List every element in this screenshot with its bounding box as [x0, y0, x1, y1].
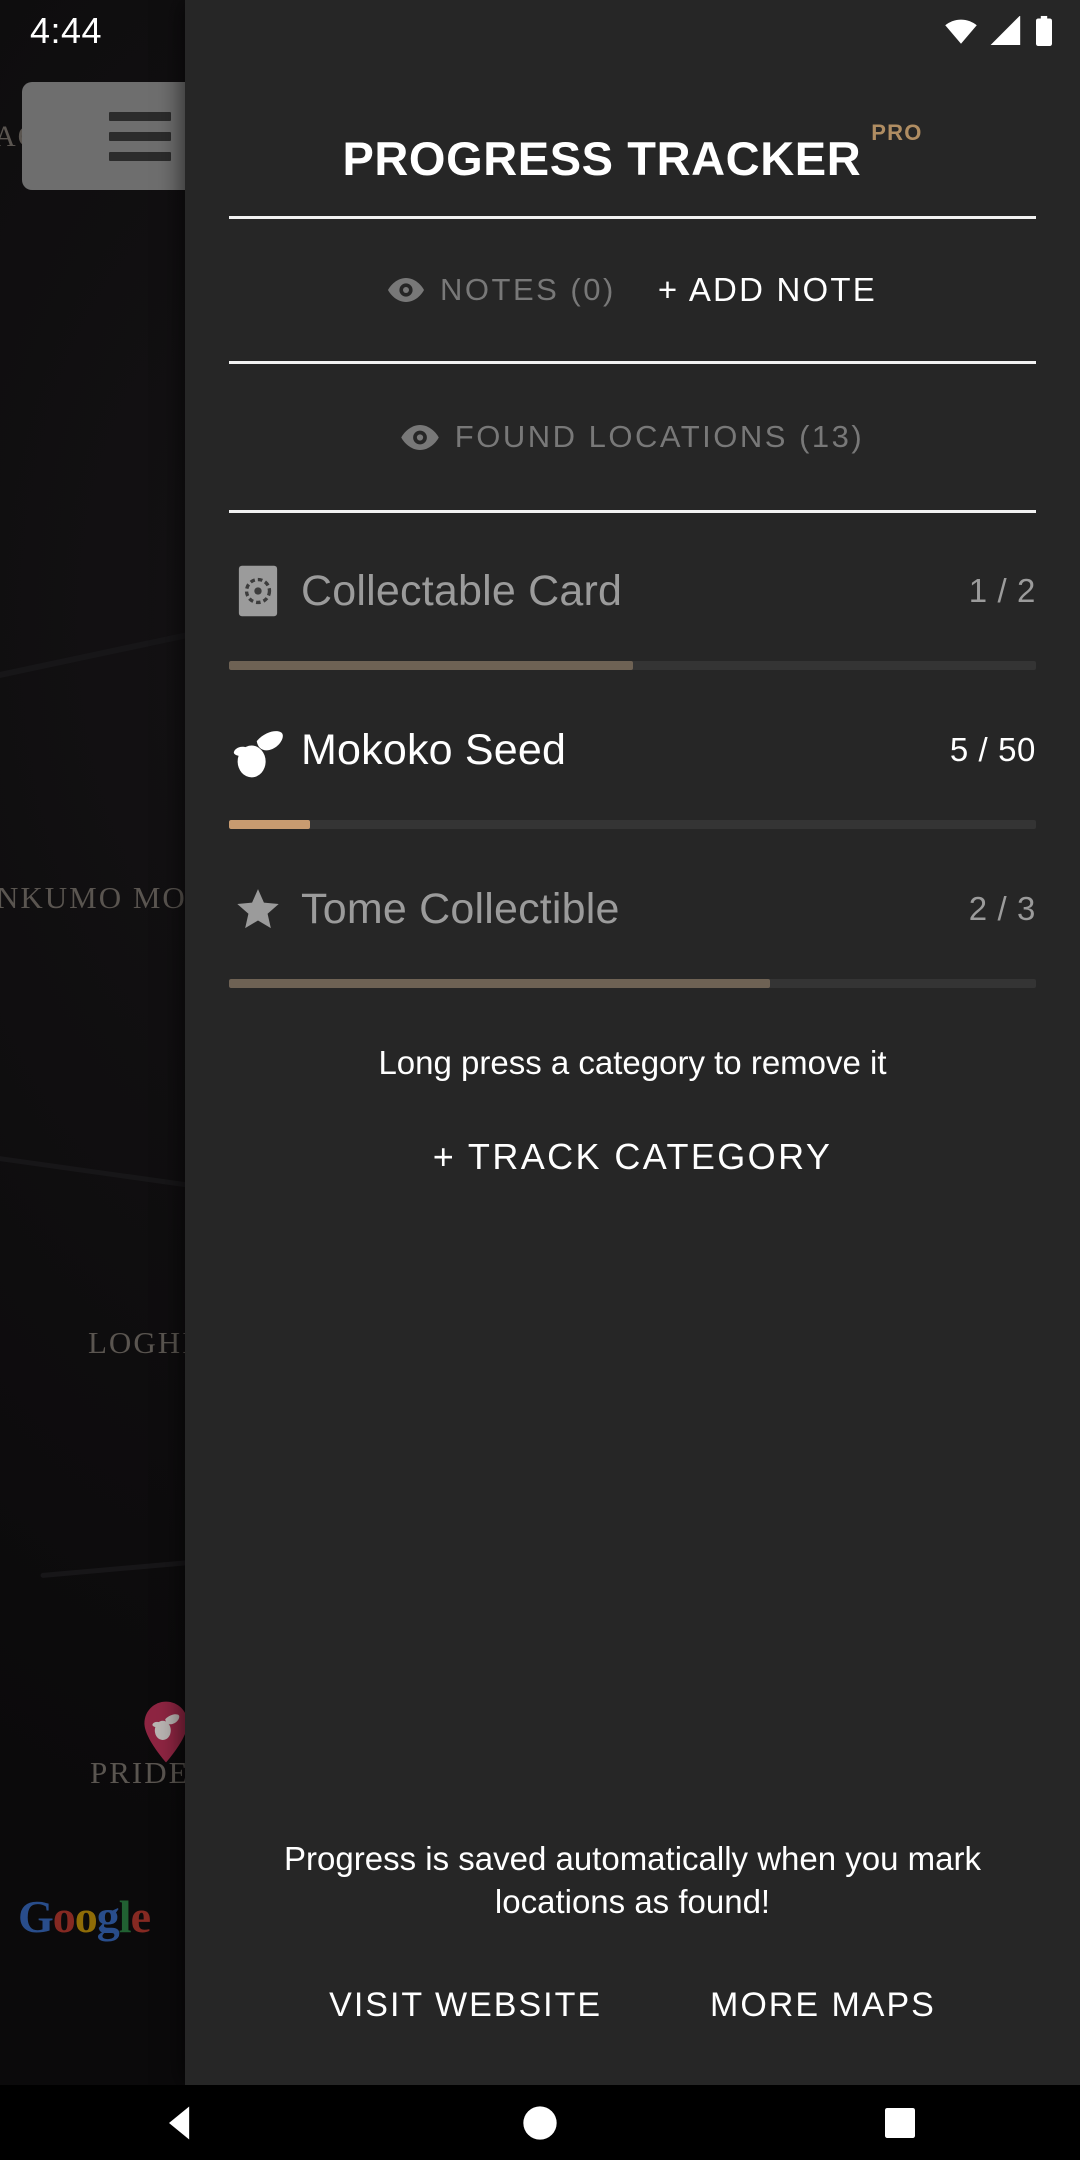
autosave-note: Progress is saved automatically when you…	[284, 1839, 981, 1921]
home-circle-icon	[523, 2105, 557, 2140]
recents-square-icon	[885, 2107, 915, 2138]
drawer-spacer	[229, 1178, 1036, 1837]
status-bar: 4:44	[0, 0, 1080, 62]
category-progress-bar	[229, 979, 1036, 988]
category-row[interactable]: Mokoko Seed 5 / 50	[229, 670, 1036, 829]
category-progress-fill	[229, 661, 633, 670]
visit-website-button[interactable]: VISIT WEBSITE	[329, 1986, 602, 2025]
notes-row: NOTES (0) + ADD NOTE	[229, 219, 1036, 361]
status-icons	[942, 15, 1054, 47]
home-button[interactable]	[460, 2085, 620, 2160]
pro-badge: PRO	[871, 120, 923, 145]
category-count: 2 / 3	[968, 890, 1036, 927]
progress-tracker-drawer: PROGRESS TRACKER PRO NOTES (0) + ADD NOT…	[185, 0, 1080, 2085]
category-name: Mokoko Seed	[301, 725, 567, 774]
eye-icon	[388, 278, 425, 302]
found-locations-label: FOUND LOCATIONS (13)	[454, 419, 865, 454]
track-category-button[interactable]: + TRACK CATEGORY	[229, 1136, 1036, 1178]
long-press-hint: Long press a category to remove it	[378, 1044, 887, 1081]
menu-icon	[109, 111, 171, 161]
category-count: 1 / 2	[968, 572, 1036, 609]
wifi-icon	[945, 19, 977, 44]
mokoko-seed-icon	[229, 721, 287, 779]
notes-label: NOTES (0)	[440, 272, 616, 307]
category-name: Tome Collectible	[301, 884, 620, 933]
google-attribution-logo: Google	[18, 1891, 151, 1942]
category-row[interactable]: Collectable Card 1 / 2	[229, 527, 1036, 670]
map-place-label: LOGHI	[88, 1325, 195, 1360]
category-progress-bar	[229, 661, 1036, 670]
star-icon	[229, 880, 287, 938]
page-title: PROGRESS TRACKER	[342, 132, 862, 185]
category-progress-fill	[229, 820, 310, 829]
recents-button[interactable]	[820, 2085, 980, 2160]
category-name: Collectable Card	[301, 566, 623, 615]
category-row[interactable]: Tome Collectible 2 / 3	[229, 829, 1036, 988]
toggle-found-locations-visibility[interactable]: FOUND LOCATIONS (13)	[401, 419, 864, 455]
screen-root: AC NKUMO MOU LOGHI PRIDEH Google 4:44	[0, 0, 1080, 2160]
map-place-label: NKUMO MOU	[0, 880, 212, 915]
more-maps-button[interactable]: MORE MAPS	[710, 1986, 936, 2025]
back-triangle-icon	[169, 2106, 190, 2139]
found-locations-row: FOUND LOCATIONS (13)	[229, 364, 1036, 510]
android-navigation-bar	[0, 2085, 1080, 2160]
category-count: 5 / 50	[949, 731, 1036, 768]
category-progress-fill	[229, 979, 770, 988]
toggle-notes-visibility[interactable]: NOTES (0)	[388, 272, 616, 308]
cellular-signal-icon	[990, 16, 1021, 45]
category-progress-bar	[229, 820, 1036, 829]
tracked-categories-list: Collectable Card 1 / 2 Mokoko Seed 5 / 5…	[229, 513, 1036, 988]
back-button[interactable]	[100, 2085, 260, 2160]
battery-icon	[1036, 15, 1052, 47]
status-time: 4:44	[30, 10, 103, 51]
drawer-footer-links: VISIT WEBSITE MORE MAPS	[229, 1986, 1036, 2025]
card-icon	[229, 562, 287, 620]
add-note-button[interactable]: + ADD NOTE	[658, 271, 877, 309]
eye-icon	[401, 424, 439, 450]
